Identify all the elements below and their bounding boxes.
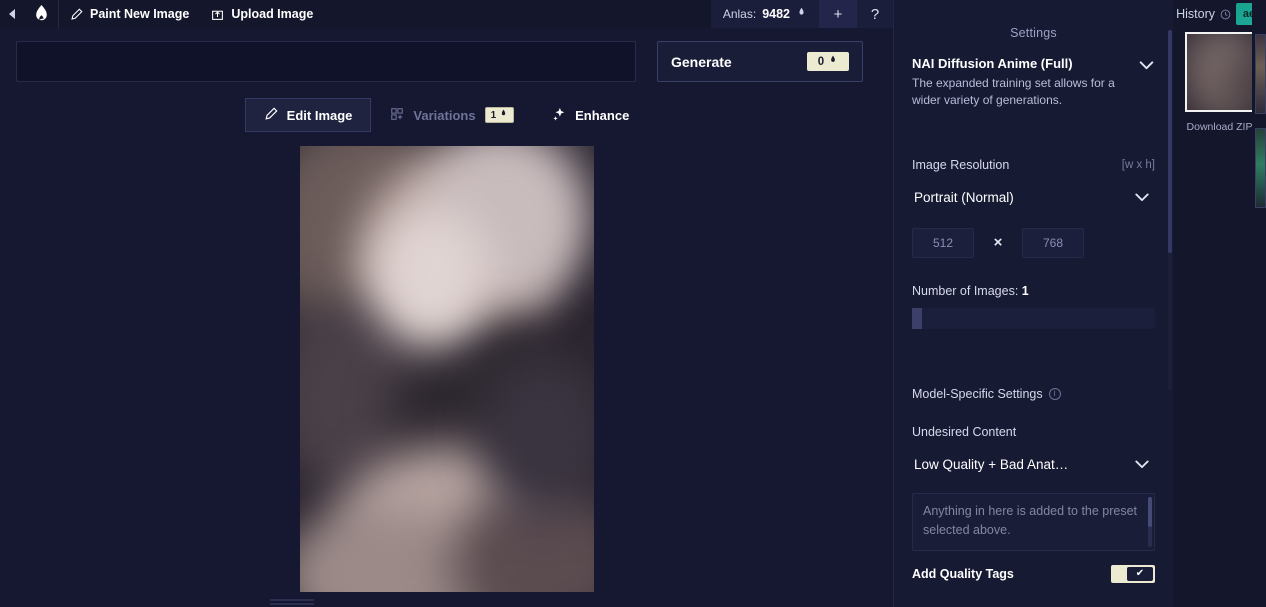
anlas-counter[interactable]: Anlas: 9482 <box>710 0 819 28</box>
number-of-images-label: Number of Images: <box>912 283 1019 298</box>
chevron-down-icon <box>1133 456 1151 474</box>
novelai-leaf-logo-svg <box>35 5 47 21</box>
settings-title: Settings <box>1010 26 1057 40</box>
toolbar-bar <box>270 599 314 601</box>
top-bar-left: Paint New Image Upload Image <box>0 0 324 28</box>
resolution-header: Image Resolution [w x h] <box>912 158 1155 172</box>
anlas-icon <box>796 7 807 21</box>
history-title: History <box>1176 7 1215 21</box>
number-of-images-slider[interactable] <box>912 307 1155 329</box>
prompt-input-box[interactable] <box>16 41 636 82</box>
width-input[interactable]: 512 <box>912 227 974 258</box>
tab-enhance-label: Enhance <box>575 107 630 123</box>
history-overflow-strip <box>1252 0 1266 607</box>
caret-left-icon <box>9 9 15 19</box>
sparkle-icon <box>552 107 566 124</box>
undesired-content-placeholder: Anything in here is added to the preset … <box>923 503 1138 537</box>
history-thumbnail[interactable] <box>1184 32 1255 112</box>
dimension-inputs: 512 × 768 <box>912 227 1155 258</box>
tab-variations[interactable]: Variations 1 <box>371 98 533 132</box>
dimension-separator-icon: × <box>993 234 1003 252</box>
undesired-content-textarea[interactable]: Anything in here is added to the preset … <box>912 492 1155 551</box>
add-button[interactable]: + <box>819 0 856 28</box>
upload-image-button[interactable]: Upload Image <box>200 0 324 28</box>
top-bar-right: Anlas: 9482 + ? <box>710 0 893 28</box>
scrollbar-thumb[interactable] <box>1168 30 1172 254</box>
question-mark-icon: ? <box>870 5 880 23</box>
textarea-scrollbar[interactable] <box>1148 496 1152 547</box>
history-thumbnail[interactable] <box>1255 34 1266 114</box>
model-description: The expanded training set allows for a w… <box>912 76 1115 108</box>
paint-new-image-button[interactable]: Paint New Image <box>59 0 200 28</box>
pencil-icon <box>264 107 278 124</box>
tab-variations-cost-badge: 1 <box>484 107 515 123</box>
image-resolution-label: Image Resolution <box>912 157 1010 172</box>
scrollbar-thumb[interactable] <box>1148 496 1152 527</box>
slider-handle[interactable] <box>912 307 922 329</box>
anlas-value: 9482 <box>762 7 790 21</box>
settings-panel-scrollbar[interactable] <box>1168 30 1172 390</box>
novelai-image-generation-app: Paint New Image Upload Image Anlas: 9482 <box>0 0 1266 607</box>
toolbar-bar <box>270 603 314 605</box>
number-of-images-row: Number of Images: 1 <box>912 284 1155 298</box>
number-of-images-value: 1 <box>1021 283 1029 298</box>
prompt-input[interactable] <box>17 42 635 81</box>
generate-wrap: Generate 0 <box>657 41 863 82</box>
model-specific-settings-label: Model-Specific Settings <box>912 386 1043 401</box>
info-icon[interactable]: i <box>1048 387 1061 400</box>
chevron-down-icon <box>1133 189 1151 207</box>
generate-cost-badge: 0 <box>807 52 849 71</box>
upload-icon <box>211 8 224 21</box>
anlas-label: Anlas: <box>722 7 757 21</box>
chevron-down-icon[interactable] <box>1137 56 1155 74</box>
resolution-preset-value: Portrait (Normal) <box>914 190 1014 206</box>
upload-image-label: Upload Image <box>231 7 314 21</box>
width-value: 512 <box>932 235 954 250</box>
undesired-content-preset-value: Low Quality + Bad Anat… <box>914 457 1069 473</box>
add-quality-tags-label: Add Quality Tags <box>912 566 1014 581</box>
generate-button[interactable]: Generate 0 <box>657 41 863 82</box>
tool-tabs-row: Edit Image Variations 1 Enhance <box>0 98 893 132</box>
model-specific-settings-header[interactable]: Model-Specific Settings i <box>912 387 1155 401</box>
top-bar: Paint New Image Upload Image Anlas: 9482 <box>0 0 893 28</box>
sidebar-collapse-button[interactable] <box>0 0 24 28</box>
add-quality-tags-toggle[interactable]: ✔ <box>1111 564 1155 583</box>
anlas-icon <box>499 109 508 121</box>
settings-scroll-area: Settings NAI Diffusion Anime (Full) The … <box>894 0 1173 607</box>
tab-edit-image-label: Edit Image <box>286 107 353 123</box>
height-value: 768 <box>1042 235 1064 250</box>
tool-tabs: Edit Image Variations 1 Enhance <box>244 98 649 132</box>
tab-variations-cost-value: 1 <box>490 109 497 121</box>
canvas-area <box>0 132 893 607</box>
tab-enhance[interactable]: Enhance <box>533 98 648 132</box>
settings-panel: Settings NAI Diffusion Anime (Full) The … <box>893 0 1173 607</box>
prompt-row: Generate 0 <box>0 28 893 82</box>
clock-icon[interactable] <box>1220 9 1231 20</box>
toggle-knob: ✔ <box>1127 566 1153 581</box>
history-thumbnail[interactable] <box>1255 128 1266 208</box>
generate-label: Generate <box>671 53 732 70</box>
resolution-preset-select[interactable]: Portrait (Normal) <box>912 184 1155 212</box>
anlas-icon <box>828 55 838 68</box>
tab-variations-label: Variations <box>413 107 476 123</box>
undesired-content-preset-select[interactable]: Low Quality + Bad Anat… <box>912 451 1155 479</box>
novelai-leaf-logo[interactable] <box>24 0 58 28</box>
model-text: NAI Diffusion Anime (Full) The expanded … <box>912 56 1129 110</box>
tab-edit-image[interactable]: Edit Image <box>244 98 372 132</box>
undesired-content-label: Undesired Content <box>912 424 1017 439</box>
generated-image[interactable] <box>299 146 594 592</box>
resolution-hint: [w x h] <box>1121 158 1155 171</box>
plus-icon: + <box>833 5 843 23</box>
help-button[interactable]: ? <box>856 0 893 28</box>
image-toolbar-strip[interactable] <box>270 599 314 607</box>
generate-cost-value: 0 <box>817 55 825 68</box>
paint-new-image-label: Paint New Image <box>90 7 190 21</box>
pencil-icon <box>70 7 83 21</box>
grid-plus-icon <box>390 107 404 124</box>
add-quality-tags-row: Add Quality Tags ✔ <box>912 564 1155 583</box>
height-input[interactable]: 768 <box>1022 227 1084 258</box>
model-name: NAI Diffusion Anime (Full) <box>912 56 1073 71</box>
model-selector[interactable]: NAI Diffusion Anime (Full) The expanded … <box>912 56 1155 110</box>
main-column: Paint New Image Upload Image Anlas: 9482 <box>0 0 893 607</box>
